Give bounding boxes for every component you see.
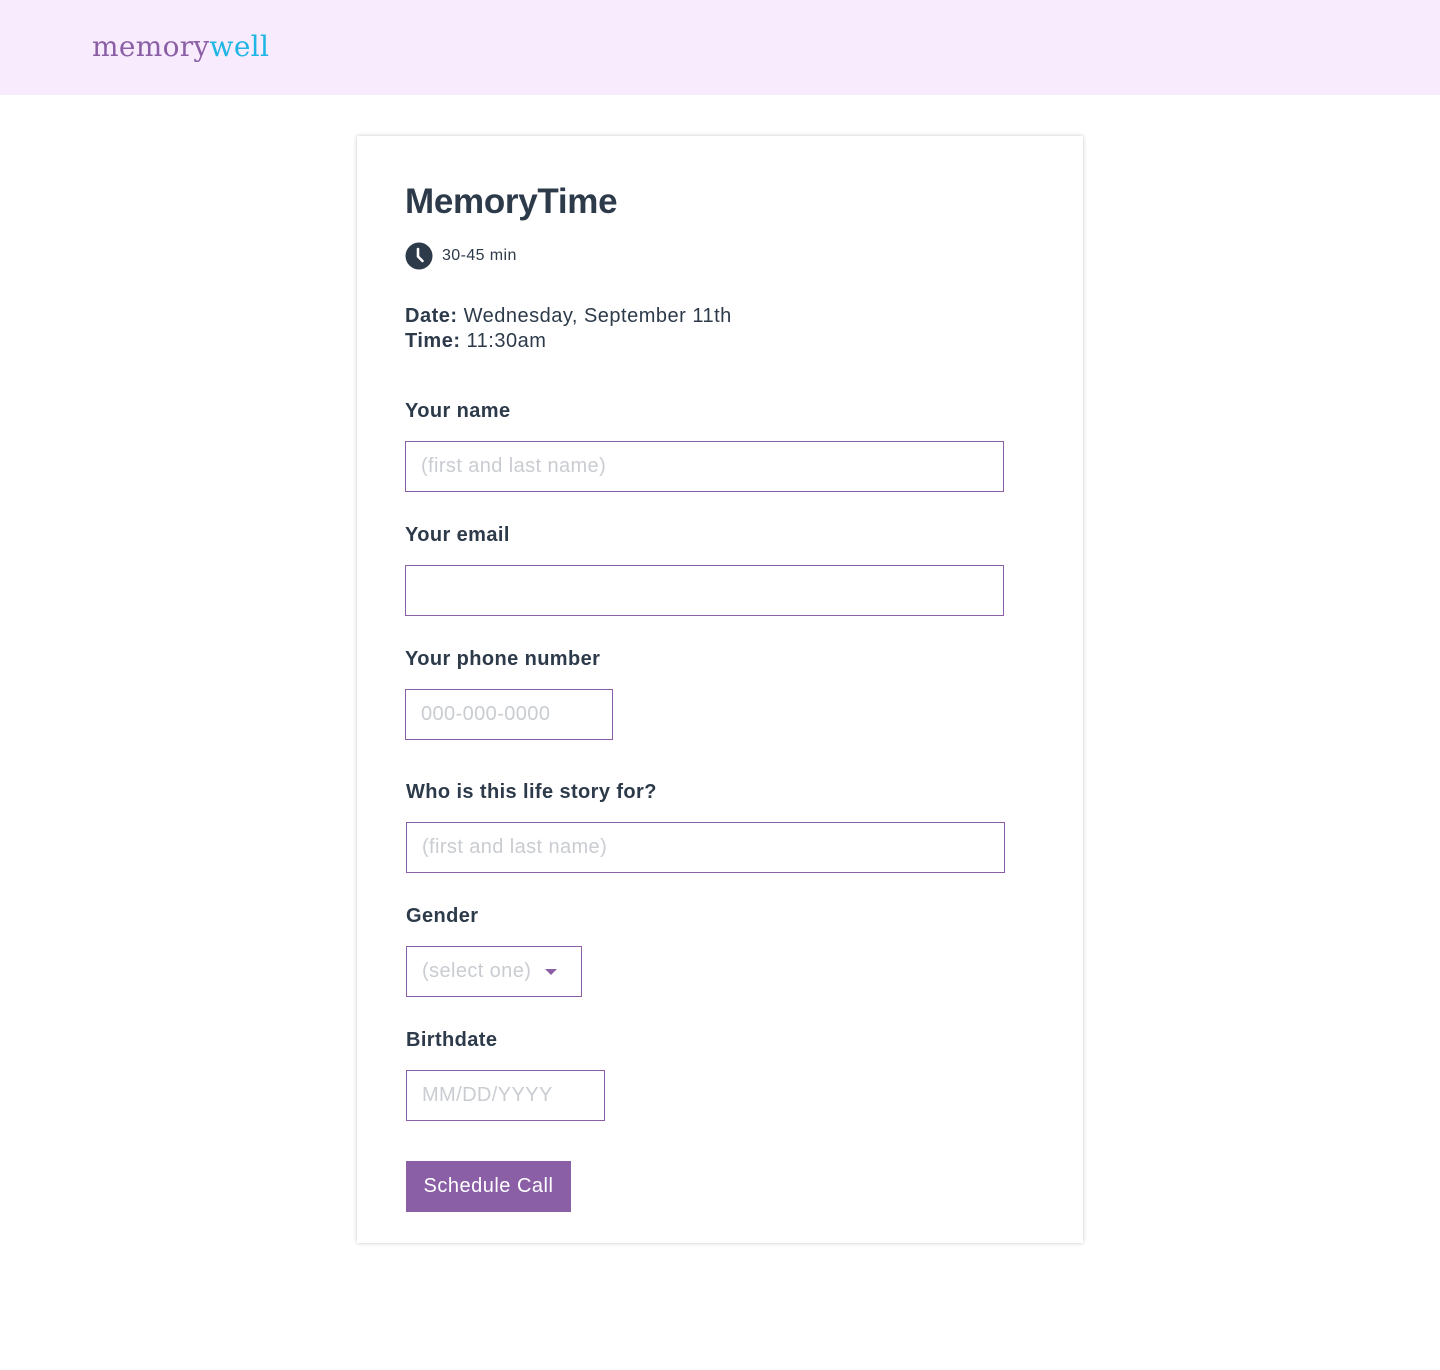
birthdate-input[interactable] xyxy=(406,1070,605,1121)
life-story-for-input[interactable] xyxy=(406,822,1005,873)
time-value: 11:30am xyxy=(466,330,547,352)
phone-input[interactable] xyxy=(405,689,613,740)
logo-well-text: well xyxy=(209,30,270,63)
booking-card: MemoryTime 30-45 min Date: Wednesday, Se… xyxy=(357,136,1083,1243)
gender-select[interactable]: (select one) xyxy=(406,946,582,997)
name-label: Your name xyxy=(405,400,511,422)
memorywell-logo[interactable]: memorywell xyxy=(92,30,269,63)
schedule-call-button[interactable]: Schedule Call xyxy=(406,1161,571,1212)
name-input[interactable] xyxy=(405,441,1004,492)
email-label: Your email xyxy=(405,524,510,546)
gender-label: Gender xyxy=(406,905,479,927)
time-label: Time: xyxy=(405,330,461,352)
date-label: Date: xyxy=(405,305,458,327)
clock-icon xyxy=(405,242,433,270)
time-row: Time: 11:30am xyxy=(405,329,732,354)
date-row: Date: Wednesday, September 11th xyxy=(405,304,732,329)
gender-selected-value: (select one) xyxy=(422,960,532,982)
email-input[interactable] xyxy=(405,565,1004,616)
logo-memory-text: memory xyxy=(92,30,210,63)
duration-text: 30-45 min xyxy=(442,247,517,264)
life-story-for-label: Who is this life story for? xyxy=(406,781,657,803)
phone-label: Your phone number xyxy=(405,648,601,670)
date-value: Wednesday, September 11th xyxy=(463,305,732,327)
birthdate-label: Birthdate xyxy=(406,1029,498,1051)
event-duration: 30-45 min xyxy=(405,242,517,270)
chevron-down-icon xyxy=(545,968,558,975)
event-title: MemoryTime xyxy=(405,182,618,221)
event-schedule: Date: Wednesday, September 11th Time: 11… xyxy=(405,304,732,354)
top-bar: memorywell xyxy=(0,0,1440,95)
